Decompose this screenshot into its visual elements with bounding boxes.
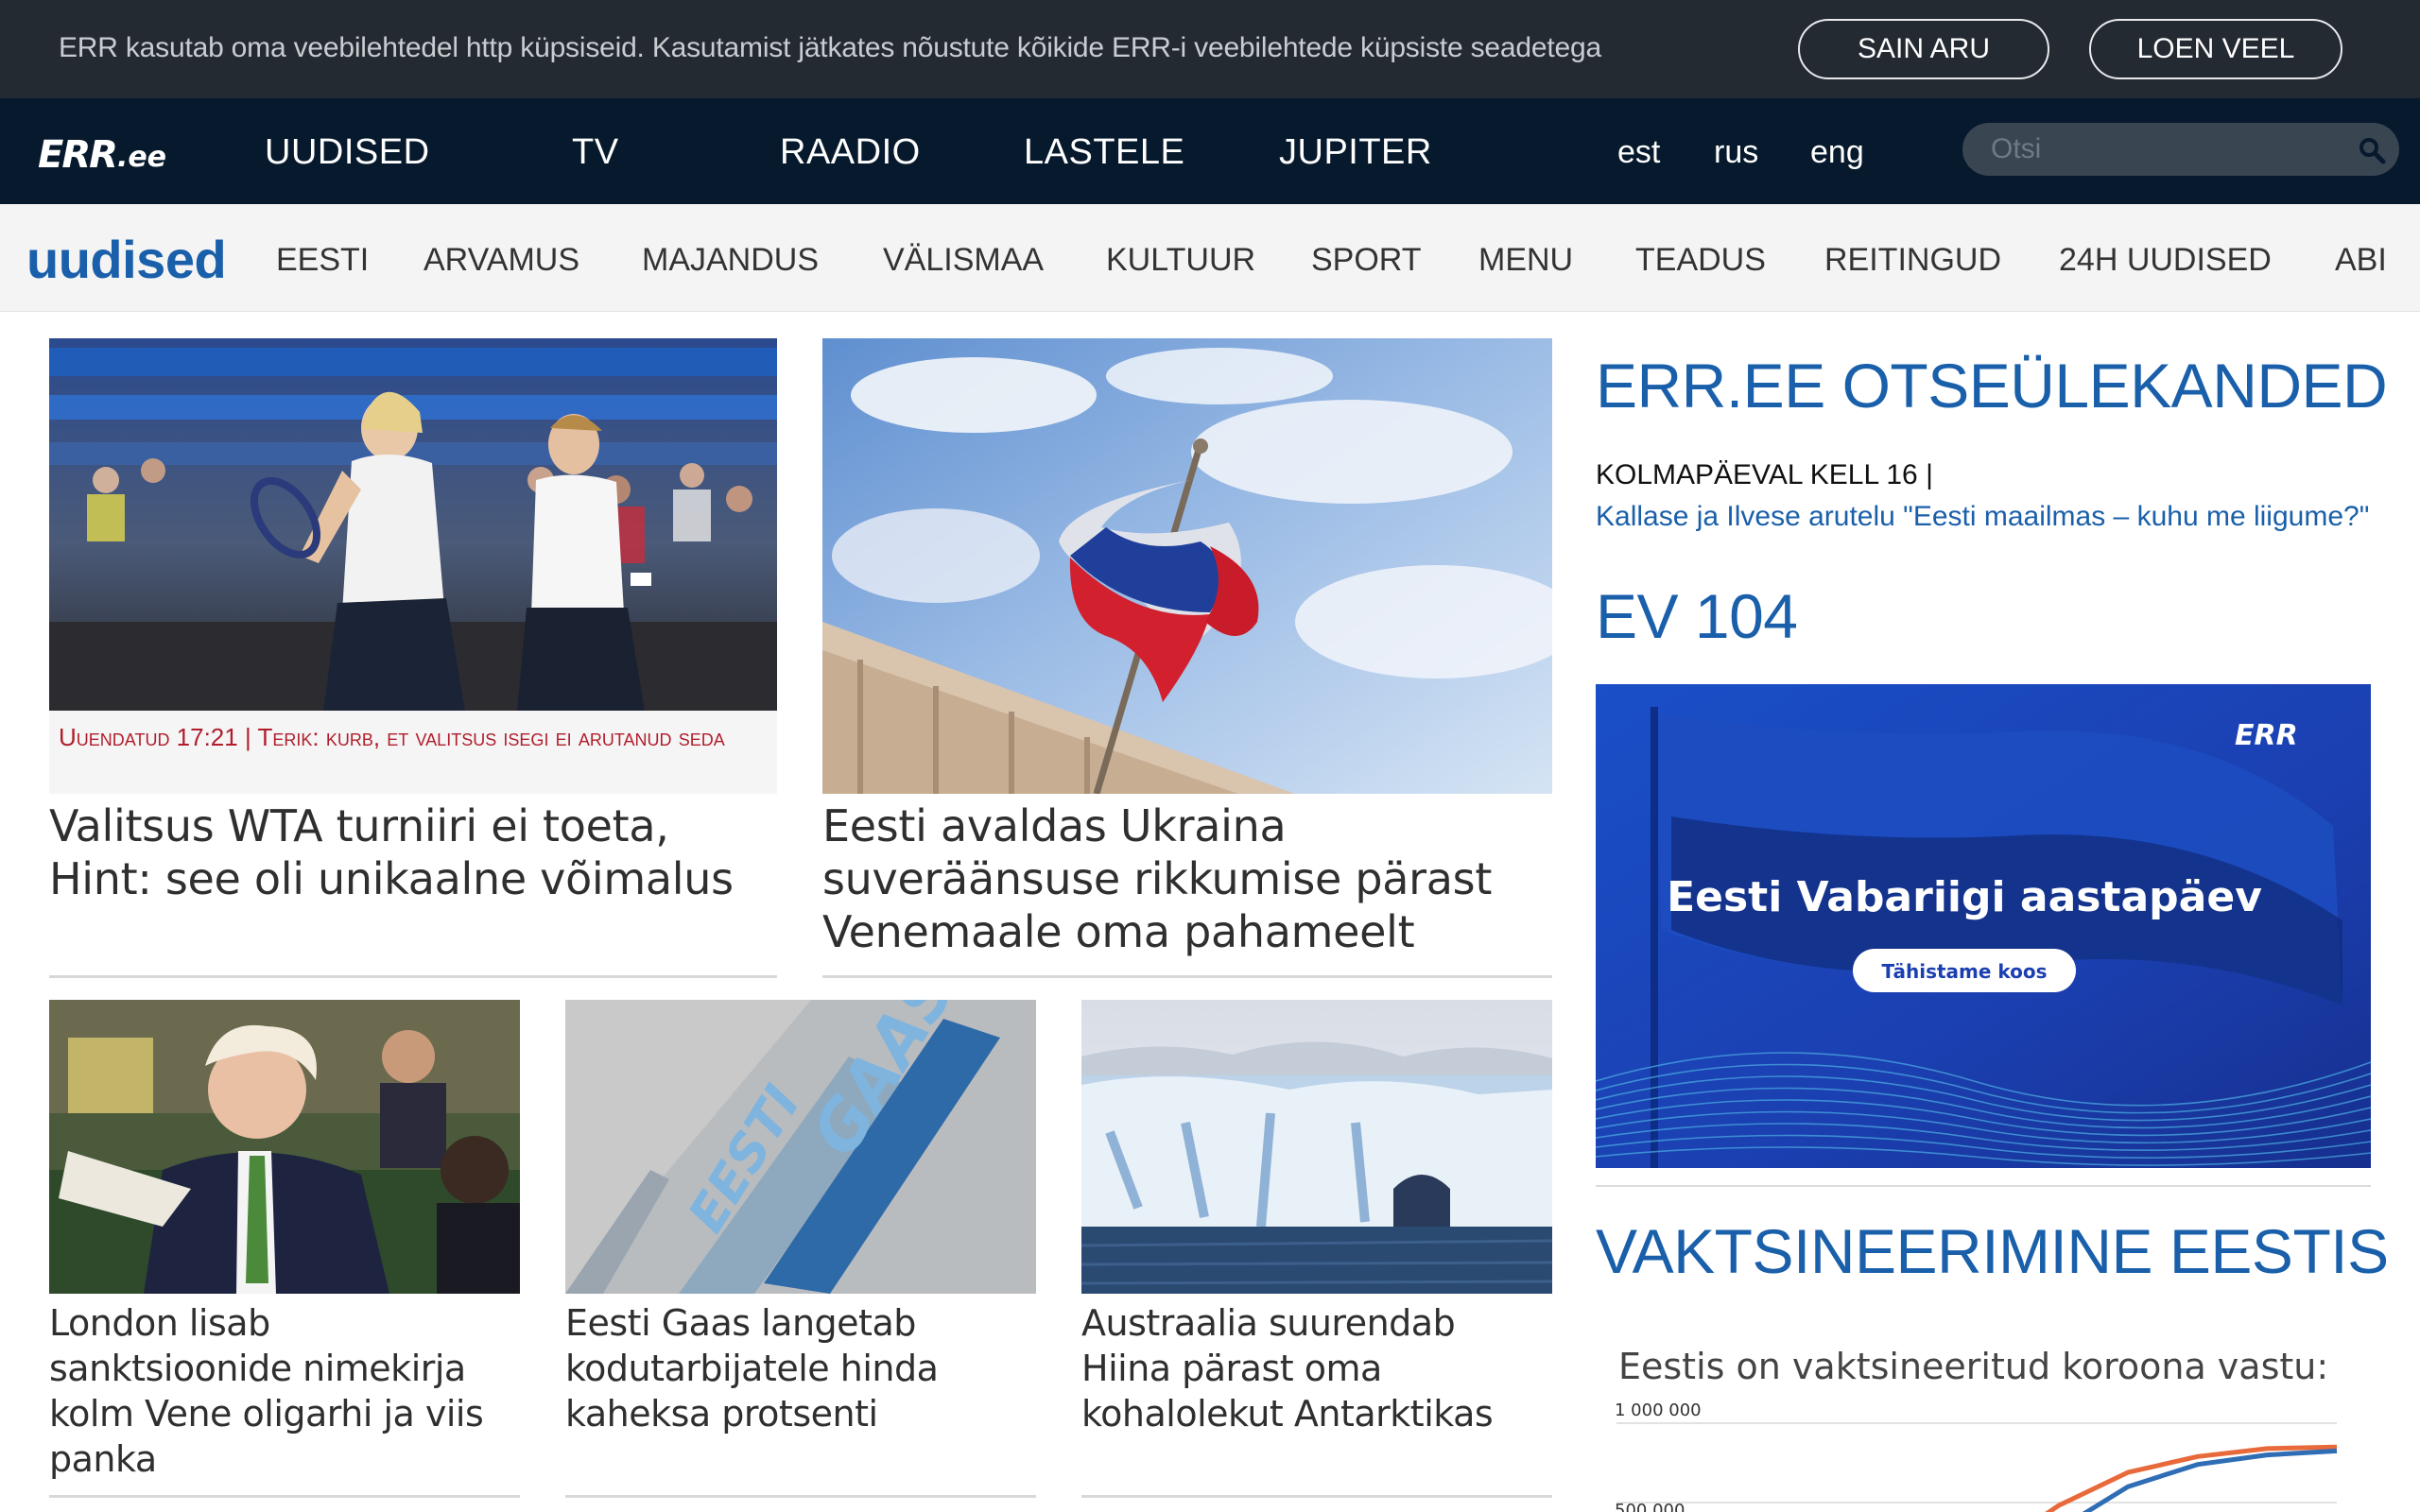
nav-uudised[interactable]: UUDISED: [265, 132, 430, 173]
article-image-antarctica[interactable]: [1081, 1000, 1552, 1294]
subnav-teadus[interactable]: TEADUS: [1635, 242, 1766, 279]
subnav-sport[interactable]: SPORT: [1311, 242, 1422, 279]
nav-raadio[interactable]: RAADIO: [780, 132, 921, 173]
nav-jupiter[interactable]: JUPITER: [1279, 132, 1432, 173]
ev104-heading: EV 104: [1596, 581, 1798, 651]
cookie-message: ERR kasutab oma veebilehtedel http küpsi…: [59, 32, 1601, 63]
lang-eng[interactable]: eng: [1810, 134, 1864, 171]
headline-london[interactable]: London lisab sanktsioonide nimekirja kol…: [49, 1300, 520, 1482]
banner-title: Eesti Vabariigi aastapäev: [1667, 873, 2262, 921]
article-image-london[interactable]: [49, 1000, 520, 1294]
subnav-eesti[interactable]: EESTI: [276, 242, 369, 279]
section-navigation: uudised EESTI ARVAMUS MAJANDUS VÄLISMAA …: [0, 204, 2420, 312]
headline-ukraina[interactable]: Eesti avaldas Ukraina suveräänsuse rikku…: [822, 799, 1552, 958]
subnav-24h-uudised[interactable]: 24H UUDISED: [2059, 242, 2272, 279]
update-note: Terik: kurb, et valitsus isegi ei arutan…: [257, 723, 725, 751]
search-box: [1962, 123, 2399, 176]
cookie-accept-button[interactable]: SAIN ARU: [1798, 19, 2049, 79]
banner-logo: ERR: [2235, 719, 2298, 752]
article-divider: [49, 975, 777, 978]
nav-lastele[interactable]: LASTELE: [1024, 132, 1184, 173]
vaccination-chart: 1 000 000 500 000: [1615, 1400, 2338, 1512]
y-tick-label-top: 1 000 000: [1615, 1400, 1702, 1420]
logo-mark: ERR: [38, 133, 118, 177]
article-update-note[interactable]: Uuendatud 17:21 | Terik: kurb, et valits…: [49, 711, 777, 794]
section-title-uudised[interactable]: uudised: [26, 229, 227, 290]
article-divider: [565, 1495, 1036, 1498]
article-divider: [822, 975, 1552, 978]
article-image-tennis[interactable]: [49, 338, 777, 711]
live-broadcast-time: KOLMAPÄEVAL KELL 16 |: [1596, 459, 1933, 490]
lang-rus[interactable]: rus: [1714, 134, 1758, 171]
vaccination-heading: VAKTSINEERIMINE EESTIS: [1596, 1216, 2389, 1286]
subnav-arvamus[interactable]: ARVAMUS: [424, 242, 579, 279]
nav-tv[interactable]: TV: [572, 132, 619, 173]
live-broadcast-link[interactable]: Kallase ja Ilvese arutelu "Eesti maailma…: [1596, 501, 2369, 533]
update-separator: |: [244, 723, 258, 751]
logo-tld: .ee: [116, 141, 167, 174]
live-broadcasts-heading: ERR.EE OTSEÜLEKANDED: [1596, 351, 2388, 421]
headline-gaas[interactable]: Eesti Gaas langetab kodutarbijatele hind…: [565, 1300, 1036, 1436]
y-tick-label-mid: 500 000: [1615, 1501, 1685, 1512]
headline-antarktika[interactable]: Austraalia suurendab Hiina pärast oma ko…: [1081, 1300, 1552, 1436]
subnav-kultuur[interactable]: KULTUUR: [1106, 242, 1255, 279]
update-time: Uuendatud 17:21: [59, 723, 238, 751]
lang-est[interactable]: est: [1617, 134, 1660, 171]
err-logo[interactable]: ERR .ee: [38, 132, 166, 174]
subnav-abi[interactable]: ABI: [2335, 242, 2387, 279]
search-icon[interactable]: [2358, 136, 2386, 164]
search-input[interactable]: [1991, 132, 2350, 166]
subnav-reitingud[interactable]: REITINGUD: [1824, 242, 2001, 279]
main-navigation: ERR .ee UUDISED TV RAADIO LASTELE JUPITE…: [0, 98, 2420, 204]
article-divider: [49, 1495, 520, 1498]
sidebar-divider: [1596, 1185, 2371, 1187]
banner-button-label: Tähistame koos: [1881, 960, 2047, 983]
ev104-banner[interactable]: ERR Eesti Vabariigi aastapäev Tähistame …: [1596, 684, 2371, 1168]
subnav-menu[interactable]: MENU: [1478, 242, 1573, 279]
article-image-flag[interactable]: [822, 338, 1552, 794]
article-divider: [1081, 1495, 1552, 1498]
article-image-gaas[interactable]: EESTI GAAS: [565, 1000, 1036, 1294]
headline-wta[interactable]: Valitsus WTA turniiri ei toeta, Hint: se…: [49, 799, 777, 905]
cookie-read-more-button[interactable]: LOEN VEEL: [2089, 19, 2342, 79]
cookie-banner: ERR kasutab oma veebilehtedel http küpsi…: [0, 0, 2420, 98]
vaccination-chart-title: Eestis on vaktsineeritud koroona vastu:: [1618, 1346, 2329, 1387]
subnav-valismaa[interactable]: VÄLISMAA: [883, 242, 1044, 279]
subnav-majandus[interactable]: MAJANDUS: [642, 242, 819, 279]
